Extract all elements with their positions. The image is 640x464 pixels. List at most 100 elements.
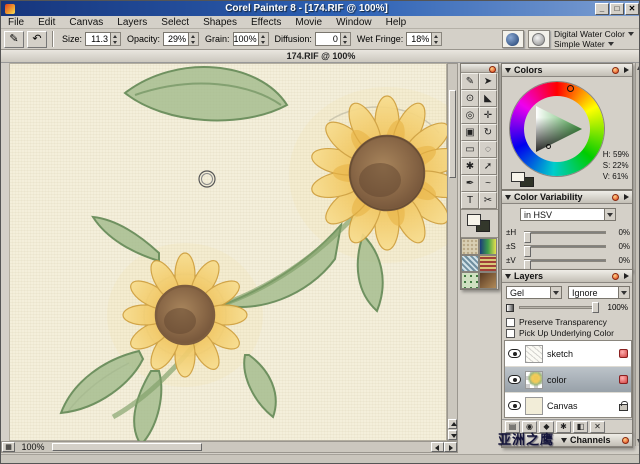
sv-triangle[interactable] bbox=[528, 101, 586, 157]
collapse-triangle-icon[interactable] bbox=[505, 274, 511, 279]
brush-variant-label[interactable]: Simple Water bbox=[554, 39, 605, 49]
scroll-left-button[interactable] bbox=[431, 442, 444, 452]
collapse-triangle-icon[interactable] bbox=[505, 195, 511, 200]
composite-method-dropdown[interactable]: Gel bbox=[506, 286, 562, 299]
layer-mask-button[interactable]: ◧ bbox=[573, 421, 588, 433]
layer-opacity-thumb[interactable] bbox=[592, 302, 599, 313]
variability-mode-dropdown[interactable]: in HSV bbox=[520, 208, 616, 221]
size-spinner[interactable]: 11.3 bbox=[85, 32, 121, 46]
panel-menu-arrow-icon[interactable] bbox=[624, 273, 629, 279]
nozzle-selector[interactable] bbox=[461, 272, 479, 289]
magic-wand-tool-button[interactable]: ✱ bbox=[461, 158, 479, 175]
layer-thumbnail[interactable] bbox=[525, 397, 543, 415]
hue-marker[interactable] bbox=[567, 85, 574, 92]
pickup-underlying-checkbox[interactable] bbox=[506, 329, 515, 338]
wet-fringe-spinner[interactable]: 18% bbox=[406, 32, 442, 46]
grain-value[interactable]: 100% bbox=[233, 32, 259, 46]
menu-file[interactable]: File bbox=[1, 17, 31, 28]
dropdown-arrow-icon[interactable] bbox=[550, 287, 561, 298]
drawer-corner-button[interactable]: ▦ bbox=[2, 442, 15, 452]
dropdown-arrow-icon[interactable] bbox=[604, 209, 615, 220]
collapse-triangle-icon[interactable] bbox=[505, 68, 511, 73]
wet-fringe-value[interactable]: 18% bbox=[406, 32, 432, 46]
layer-row-sketch[interactable]: sketch bbox=[505, 341, 631, 367]
pattern-selector[interactable] bbox=[461, 255, 479, 272]
panel-menu-arrow-icon[interactable] bbox=[624, 194, 629, 200]
grabber-tool-button[interactable]: ✛ bbox=[479, 107, 497, 124]
composite-depth-dropdown[interactable]: Ignore bbox=[568, 286, 630, 299]
colors-panel-header[interactable]: Colors bbox=[502, 64, 632, 77]
panel-scroll-strip[interactable] bbox=[635, 63, 640, 446]
painting-svg[interactable] bbox=[9, 63, 447, 441]
brush-variant-icon[interactable] bbox=[528, 30, 550, 48]
menu-shapes[interactable]: Shapes bbox=[196, 17, 244, 28]
horizontal-scrollbar[interactable]: ▦ 100% bbox=[1, 441, 458, 453]
diffusion-value[interactable]: 0 bbox=[315, 32, 341, 46]
crop-tool-button[interactable]: ▣ bbox=[461, 124, 479, 141]
pickup-underlying-row[interactable]: Pick Up Underlying Color bbox=[506, 328, 614, 338]
menu-canvas[interactable]: Canvas bbox=[62, 17, 110, 28]
opacity-arrows[interactable] bbox=[189, 32, 199, 46]
slider-track[interactable] bbox=[524, 245, 606, 248]
gradient-selector[interactable] bbox=[479, 238, 497, 255]
horizontal-scroll-thumb[interactable] bbox=[52, 443, 202, 451]
close-button[interactable]: ✕ bbox=[625, 3, 639, 15]
look-selector[interactable] bbox=[479, 272, 497, 289]
preserve-transparency-checkbox[interactable] bbox=[506, 318, 515, 327]
dropdown-arrow-icon[interactable] bbox=[618, 287, 629, 298]
menu-effects[interactable]: Effects bbox=[244, 17, 288, 28]
menu-select[interactable]: Select bbox=[154, 17, 196, 28]
main-color-swatch[interactable] bbox=[467, 214, 481, 226]
visibility-eye-icon[interactable] bbox=[508, 375, 521, 384]
menu-edit[interactable]: Edit bbox=[31, 17, 62, 28]
grain-spinner[interactable]: 100% bbox=[233, 32, 269, 46]
paint-bucket-tool-button[interactable]: ◣ bbox=[479, 90, 497, 107]
variability-panel-header[interactable]: Color Variability bbox=[502, 191, 632, 204]
vertical-scroll-thumb[interactable] bbox=[449, 90, 456, 178]
sv-marker[interactable] bbox=[546, 144, 551, 149]
menu-window[interactable]: Window bbox=[329, 17, 379, 28]
dropper-tool-button[interactable]: ⊙ bbox=[461, 90, 479, 107]
maximize-button[interactable]: □ bbox=[610, 3, 624, 15]
menu-help[interactable]: Help bbox=[379, 17, 414, 28]
opacity-spinner[interactable]: 29% bbox=[163, 32, 199, 46]
size-arrows[interactable] bbox=[111, 32, 121, 46]
collapse-triangle-icon[interactable] bbox=[561, 438, 567, 443]
layer-opacity-track[interactable] bbox=[519, 306, 599, 309]
layer-thumbnail[interactable] bbox=[525, 371, 543, 389]
wet-fringe-arrows[interactable] bbox=[432, 32, 442, 46]
rect-selection-tool-button[interactable]: ▭ bbox=[461, 141, 479, 158]
opacity-value[interactable]: 29% bbox=[163, 32, 189, 46]
brush-tool-button[interactable]: ✎ bbox=[461, 73, 479, 90]
layer-adjuster-tool-button[interactable]: ➤ bbox=[479, 73, 497, 90]
text-tool-button[interactable]: T bbox=[461, 192, 479, 209]
layer-row-canvas[interactable]: Canvas bbox=[505, 393, 631, 418]
hue-ring[interactable] bbox=[510, 82, 604, 176]
weave-selector[interactable] bbox=[479, 255, 497, 272]
slider-track[interactable] bbox=[524, 231, 606, 234]
brush-tool-icon[interactable]: ✎ bbox=[4, 31, 24, 48]
panel-menu-arrow-icon[interactable] bbox=[624, 67, 629, 73]
toolbox-header[interactable] bbox=[461, 64, 498, 73]
selection-adjuster-tool-button[interactable]: ➚ bbox=[479, 158, 497, 175]
brush-category-icon[interactable] bbox=[502, 30, 524, 48]
front-color-swatch[interactable] bbox=[511, 172, 525, 182]
layer-row-color[interactable]: color bbox=[505, 367, 631, 393]
layers-panel-header[interactable]: Layers bbox=[502, 270, 632, 283]
delete-layer-button[interactable]: ✕ bbox=[590, 421, 605, 433]
minimize-button[interactable]: _ bbox=[595, 3, 609, 15]
paper-selector[interactable] bbox=[461, 238, 479, 255]
vertical-scrollbar[interactable] bbox=[447, 63, 458, 441]
magnifier-tool-button[interactable]: ◎ bbox=[461, 107, 479, 124]
preserve-transparency-row[interactable]: Preserve Transparency bbox=[506, 317, 607, 327]
brush-category-label[interactable]: Digital Water Color bbox=[554, 29, 625, 39]
scroll-down-button[interactable] bbox=[448, 430, 457, 440]
variant-dropdown-icon[interactable] bbox=[608, 42, 614, 46]
grain-arrows[interactable] bbox=[259, 32, 269, 46]
rotate-page-tool-button[interactable]: ↻ bbox=[479, 124, 497, 141]
size-value[interactable]: 11.3 bbox=[85, 32, 111, 46]
quick-curve-tool-button[interactable]: ~ bbox=[479, 175, 497, 192]
lasso-tool-button[interactable]: ◌ bbox=[479, 141, 497, 158]
pen-tool-button[interactable]: ✒ bbox=[461, 175, 479, 192]
slider-track[interactable] bbox=[524, 259, 606, 262]
